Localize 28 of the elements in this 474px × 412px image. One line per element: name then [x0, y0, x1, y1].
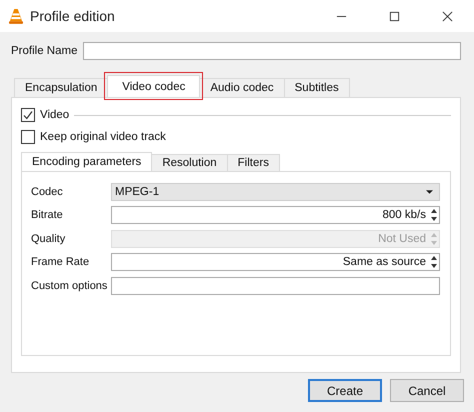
- spinner-arrows-icon[interactable]: [430, 208, 438, 222]
- spinner-arrows-icon[interactable]: [430, 255, 438, 270]
- checkbox-label: Keep original video track: [40, 131, 166, 143]
- tab[interactable]: Encoding parameters: [21, 152, 152, 171]
- window-title: Profile edition: [30, 8, 115, 24]
- tab[interactable]: Resolution: [151, 154, 228, 171]
- caret-icon: [426, 190, 433, 194]
- field-label: Profile Name: [11, 45, 78, 57]
- field-label: Quality: [31, 232, 66, 245]
- field-label: Bitrate: [31, 209, 64, 222]
- checkbox[interactable]: [21, 130, 35, 144]
- tab[interactable]: Encapsulation: [14, 78, 108, 97]
- field-label: Frame Rate: [31, 256, 90, 268]
- field-label: Codec: [31, 186, 64, 198]
- spin-box[interactable]: Same as source: [111, 253, 440, 272]
- checkbox[interactable]: [21, 108, 35, 122]
- field-label: Custom options: [31, 280, 108, 292]
- dialog-button[interactable]: Create: [308, 379, 382, 402]
- tab[interactable]: Subtitles: [284, 78, 350, 97]
- cone-icon: [9, 8, 23, 24]
- checkbox-label: Video: [40, 109, 70, 121]
- spin-box[interactable]: 800 kb/s: [111, 206, 440, 224]
- codec-dropdown[interactable]: MPEG-1: [111, 182, 440, 201]
- tab[interactable]: Filters: [226, 154, 280, 171]
- profile-name-field[interactable]: [83, 42, 461, 60]
- dialog-button[interactable]: Cancel: [390, 379, 464, 402]
- tab[interactable]: Video codec: [107, 75, 200, 97]
- custom-options-field[interactable]: [111, 276, 440, 295]
